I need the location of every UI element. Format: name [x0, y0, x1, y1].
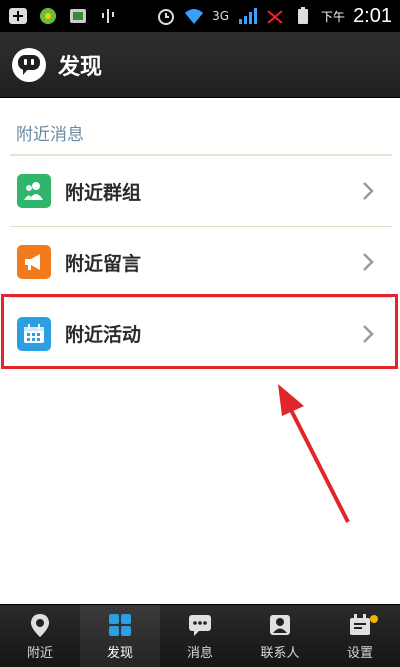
sd-icon: [70, 9, 86, 23]
contacts-icon: [270, 614, 290, 635]
tab-messages[interactable]: 消息: [160, 605, 240, 667]
chevron-right-icon: [363, 182, 374, 200]
wifi-icon: [185, 9, 204, 24]
megaphone-icon: [17, 245, 51, 279]
tab-settings[interactable]: 设置: [320, 605, 400, 667]
message-icon: [189, 614, 211, 636]
settings-icon: [350, 613, 370, 635]
page-title: 发现: [58, 54, 103, 80]
tab-contacts[interactable]: 联系人: [240, 605, 320, 667]
tab-label: 消息: [186, 645, 213, 661]
tab-label: 发现: [106, 645, 133, 661]
tab-label: 联系人: [260, 645, 300, 661]
tab-nearby[interactable]: 附近: [0, 605, 80, 667]
alarm-icon: [158, 9, 175, 25]
chevron-right-icon: [363, 253, 374, 271]
grid-icon: [109, 613, 131, 636]
list-item-nearby-messages[interactable]: 附近留言: [10, 227, 392, 298]
title-bar: 发现: [0, 32, 400, 98]
tab-label: 附近: [26, 645, 53, 661]
bottom-tab-bar: 附近 发现 消息 联系人 设置: [0, 604, 400, 667]
tab-discover[interactable]: 发现: [80, 605, 160, 667]
calendar-icon: [17, 316, 51, 351]
status-bar: 3G 下午 2:01: [0, 0, 400, 32]
clover-icon: [40, 8, 56, 24]
annotation-arrow: [278, 384, 350, 523]
sim-icon: [267, 10, 283, 24]
nearby-list: 附近群组 附近留言 附近活动: [10, 156, 392, 369]
list-item-label: 附近活动: [65, 324, 142, 346]
status-ampm: 下午: [321, 9, 346, 24]
section-title: 附近消息: [16, 125, 84, 145]
status-time: 2:01: [353, 4, 392, 27]
battery-icon: [298, 7, 309, 24]
chevron-right-icon: [363, 324, 374, 343]
tab-label: 设置: [346, 645, 373, 661]
usb-icon: [102, 9, 114, 23]
list-item-nearby-events[interactable]: 附近活动: [10, 298, 392, 369]
signal-icon: [239, 8, 258, 24]
location-pin-icon: [31, 613, 49, 637]
network-type: 3G: [212, 9, 230, 23]
group-icon: [17, 174, 51, 208]
list-item-label: 附近留言: [65, 252, 142, 275]
notification-dot: [370, 615, 378, 623]
list-item-nearby-groups[interactable]: 附近群组: [10, 156, 392, 227]
chat-bubble-icon[interactable]: [12, 47, 46, 82]
list-item-label: 附近群组: [65, 181, 142, 204]
plus-icon: [9, 8, 27, 24]
